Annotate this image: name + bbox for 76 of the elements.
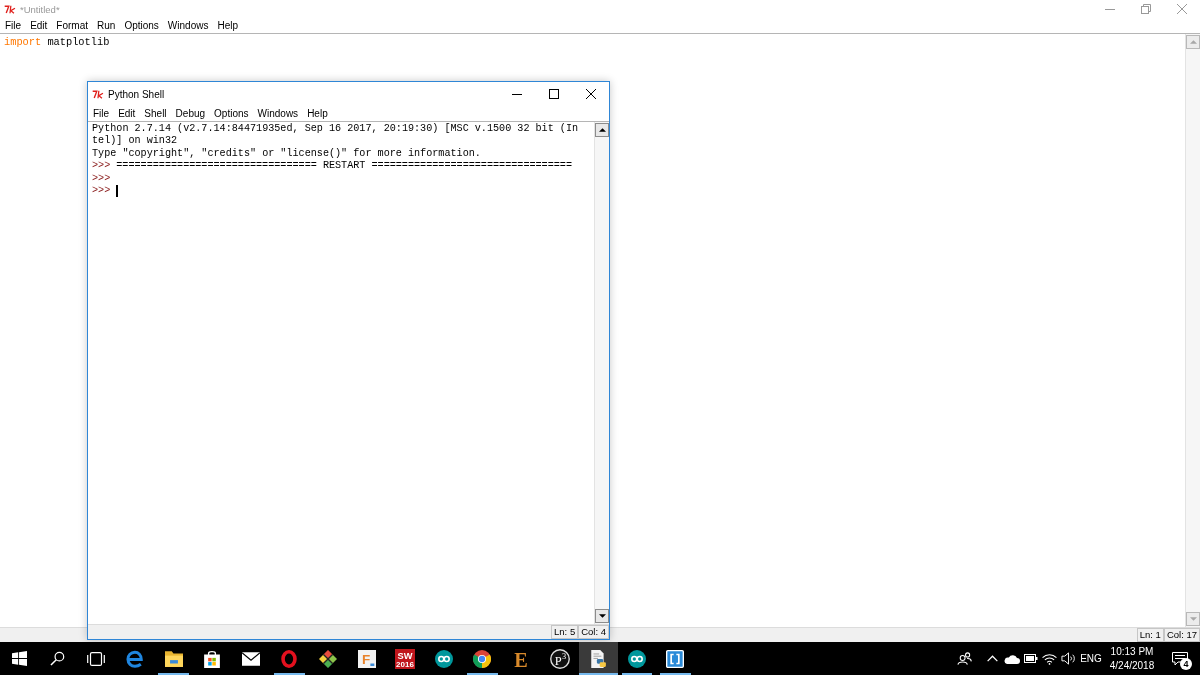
output-line: Python 2.7.14 (v2.7.14:84471935ed, Sep 16 2017, 20:19:30) [MSC v.1500 32 bit (In <box>92 123 579 135</box>
clock-time: 10:13 PM <box>1110 644 1154 659</box>
down-triangle-icon <box>1189 617 1197 621</box>
shell-prompt: >>> <box>92 184 111 198</box>
column-status: Col: 17 <box>1163 628 1200 642</box>
letter-tile-icon: F <box>357 649 376 668</box>
folder-icon <box>164 649 183 668</box>
task-view-icon <box>87 651 106 666</box>
scroll-down-button[interactable] <box>595 609 609 623</box>
infinity-icon <box>627 649 646 668</box>
menu-item[interactable]: Run <box>92 19 120 32</box>
vertical-scrollbar[interactable] <box>594 122 609 624</box>
line-status: Ln: 5 <box>551 625 579 639</box>
minimize-icon <box>511 93 522 95</box>
up-triangle-icon <box>598 128 606 132</box>
minimize-icon <box>1105 8 1115 10</box>
output-line: Type "copyright", "credits" or "license()" for more information. <box>92 147 481 161</box>
menu-item[interactable]: File <box>0 19 26 32</box>
envelope-icon <box>241 649 260 668</box>
speaker-icon <box>1061 651 1076 666</box>
menu-item[interactable]: Debug <box>171 107 210 120</box>
app-logo-icon <box>4 4 16 14</box>
restore-icon <box>1141 4 1151 14</box>
code-text: matplotlib <box>46 36 110 49</box>
menu-item[interactable]: Edit <box>25 19 52 32</box>
close-icon <box>1177 4 1187 14</box>
menu-item[interactable]: Windows <box>253 107 303 120</box>
scroll-up-button[interactable] <box>595 123 609 137</box>
clock-date: 4/24/2018 <box>1109 658 1155 673</box>
cloud-icon <box>1003 653 1020 664</box>
notification-count-badge: 4 <box>1180 658 1192 670</box>
menu-item[interactable]: Options <box>119 19 164 32</box>
menu-item[interactable]: Edit <box>113 107 140 120</box>
browser-icon <box>126 649 145 668</box>
shell-prompt: >>> <box>92 172 111 185</box>
windows-logo-icon <box>11 651 27 666</box>
taskbar-button[interactable]: E <box>501 642 541 675</box>
document-icon <box>589 649 608 668</box>
window-title: Python Shell <box>108 88 165 100</box>
language-button[interactable]: ENG <box>1078 642 1104 675</box>
menu-item[interactable]: File <box>88 107 114 120</box>
segmented-circle-icon <box>473 649 492 668</box>
menu-item[interactable]: Options <box>209 107 254 120</box>
up-triangle-icon <box>1189 40 1197 44</box>
down-triangle-icon <box>598 614 606 618</box>
letter-tile-icon: SW 2016 <box>395 648 416 669</box>
column-status: Col: 4 <box>578 625 609 639</box>
ring-icon <box>280 649 299 668</box>
window-title: *Untitled* <box>20 3 60 15</box>
code-keyword: import <box>4 36 42 49</box>
infinity-icon <box>434 649 453 668</box>
chevron-up-icon <box>987 655 998 662</box>
output-line: ================================= RESTART ================================= <box>116 160 572 173</box>
wifi-icon <box>1042 652 1057 665</box>
letter-icon: E <box>512 649 530 668</box>
notification-button[interactable]: 4 <box>1160 642 1200 675</box>
shell-prompt: >>> <box>92 160 111 173</box>
people-icon <box>956 651 972 666</box>
menu-item[interactable]: Format <box>51 19 93 32</box>
app-logo-icon <box>92 89 104 99</box>
battery-icon <box>1023 654 1038 663</box>
shopping-bag-icon <box>203 649 222 668</box>
close-icon <box>585 89 596 99</box>
brackets-icon <box>666 649 685 668</box>
menu-item[interactable]: Help <box>302 107 333 120</box>
menu-item[interactable]: Help <box>212 19 243 32</box>
menu-item[interactable]: Shell <box>139 107 172 120</box>
notification-icon <box>1172 651 1188 666</box>
line-status: Ln: 1 <box>1136 628 1164 642</box>
maximize-icon <box>548 89 559 99</box>
taskbar-button[interactable] <box>578 642 618 675</box>
output-line: tel)] on win32 <box>92 135 178 148</box>
search-icon <box>50 651 66 666</box>
menu-item[interactable]: Windows <box>163 19 213 32</box>
taskbar-button[interactable]: SW 2016 <box>385 642 425 675</box>
diamond-icon <box>319 649 338 668</box>
